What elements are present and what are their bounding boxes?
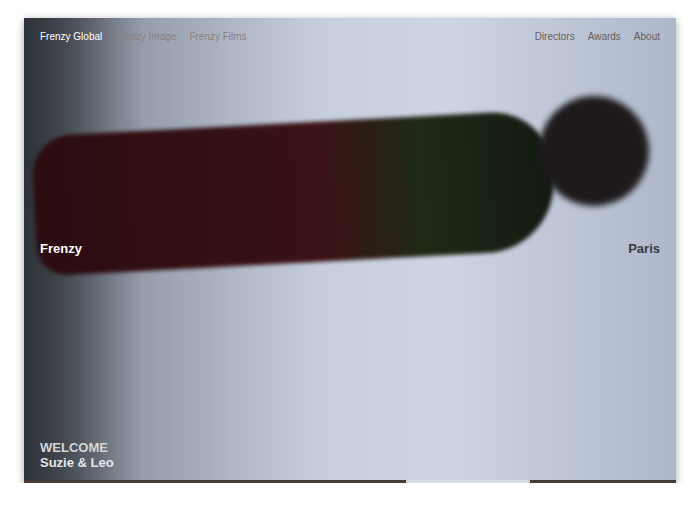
nav-link[interactable]: Directors — [535, 31, 575, 42]
hero-labels: Frenzy Paris — [24, 55, 676, 441]
hero-right-label: Paris — [628, 241, 660, 256]
hero-photo — [24, 18, 676, 483]
main-nav: Directors Awards About — [535, 31, 660, 42]
brand-link[interactable]: Frenzy Films — [189, 31, 246, 42]
caption-title: WELCOME — [40, 441, 660, 456]
nav-link[interactable]: Awards — [588, 31, 621, 42]
slide-segment[interactable] — [530, 480, 676, 483]
photo-figure — [31, 109, 558, 276]
site-frame: Frenzy Global Frenzy Image Frenzy Films Di… — [24, 18, 676, 483]
hero-left-label: Frenzy — [40, 241, 82, 256]
photo-head — [539, 96, 649, 206]
slide-progress — [24, 480, 676, 483]
brand-link[interactable]: Frenzy Image — [115, 31, 176, 42]
top-nav: Frenzy Global Frenzy Image Frenzy Films Di… — [24, 18, 676, 55]
nav-link[interactable]: About — [634, 31, 660, 42]
slide-segment[interactable] — [24, 480, 406, 483]
caption-subtitle: Suzie & Leo — [40, 456, 660, 471]
brand-link[interactable]: Frenzy Global — [40, 31, 102, 42]
brand-nav: Frenzy Global Frenzy Image Frenzy Films — [40, 31, 247, 42]
caption: WELCOME Suzie & Leo — [24, 441, 676, 480]
slide-segment[interactable] — [408, 480, 528, 483]
